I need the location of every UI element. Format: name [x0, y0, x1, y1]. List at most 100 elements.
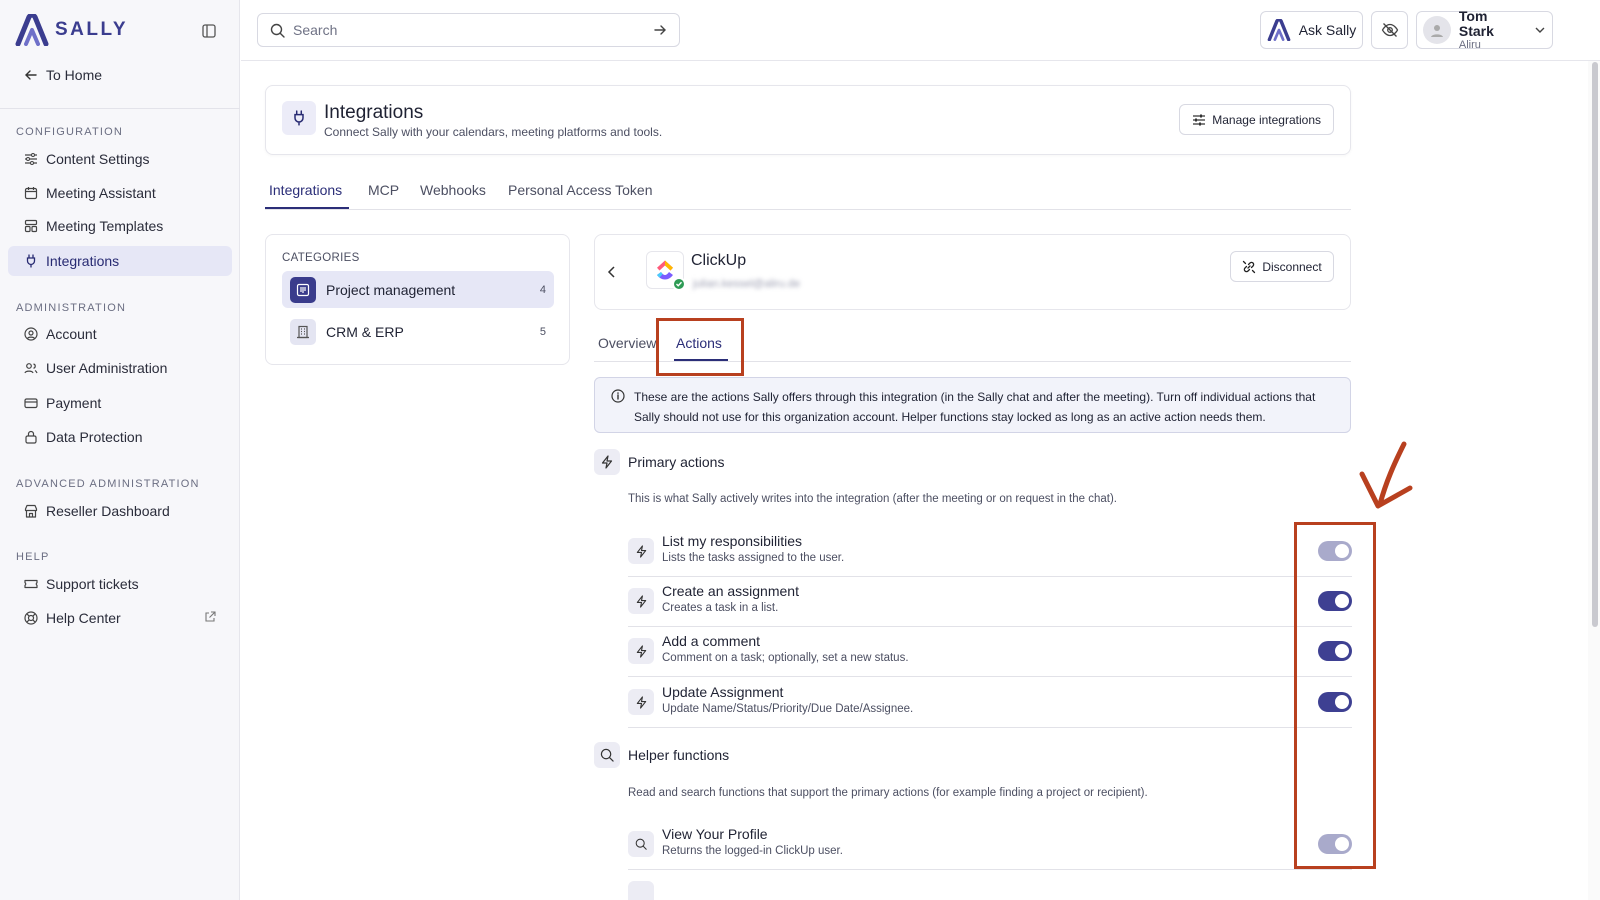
- actions-info-banner: These are the actions Sally offers throu…: [594, 377, 1351, 433]
- sidebar-item-data-protection[interactable]: Data Protection: [8, 422, 232, 452]
- search-icon: [270, 23, 285, 38]
- ask-sally-label: Ask Sally: [1298, 22, 1357, 38]
- action-description: Update Name/Status/Priority/Due Date/Ass…: [662, 703, 914, 715]
- section-help: HELP: [16, 551, 50, 563]
- plug-icon: [282, 101, 316, 135]
- brand-logo[interactable]: SALLY: [15, 14, 128, 46]
- disconnect-button[interactable]: Disconnect: [1230, 251, 1334, 282]
- page-subtitle: Connect Sally with your calendars, meeti…: [324, 125, 663, 139]
- tab-integrations[interactable]: Integrations: [269, 182, 342, 198]
- section-administration: ADMINISTRATION: [16, 302, 127, 314]
- search-icon: [628, 831, 654, 857]
- sidebar-item-label: Meeting Templates: [46, 218, 164, 234]
- action-description: Creates a task in a list.: [662, 602, 779, 614]
- calendar-icon: [24, 186, 38, 200]
- arrow-right-icon[interactable]: [653, 23, 667, 37]
- primary-actions-heading: Primary actions: [594, 449, 724, 475]
- action-row-create-assignment: Create an assignment Creates a task in a…: [628, 577, 1352, 627]
- action-description: Returns the logged-in ClickUp user.: [662, 845, 843, 857]
- sidebar-item-label: Data Protection: [46, 429, 143, 445]
- sliders-icon: [24, 152, 38, 166]
- action-title: View Your Profile: [662, 826, 768, 842]
- scrollbar-thumb[interactable]: [1592, 62, 1598, 627]
- sally-logo-icon: [15, 14, 49, 46]
- tab-overview[interactable]: Overview: [598, 335, 656, 351]
- annotation-highlight-toggles: [1294, 522, 1376, 869]
- ticket-icon: [24, 577, 38, 591]
- info-text: These are the actions Sally offers throu…: [634, 390, 1316, 424]
- info-icon: [611, 389, 625, 409]
- brand-name: SALLY: [55, 19, 129, 40]
- active-tab-indicator: [265, 207, 349, 209]
- integration-card: ClickUp julian.kessel@aliru.de Disconnec…: [594, 234, 1351, 310]
- category-project-management[interactable]: Project management 4: [282, 271, 554, 308]
- action-description: Comment on a task; optionally, set a new…: [662, 652, 909, 664]
- privacy-toggle-button[interactable]: [1371, 11, 1408, 49]
- user-avatar-icon: [1430, 25, 1443, 37]
- sidebar-item-label: Account: [46, 326, 97, 342]
- action-row-add-comment: Add a comment Comment on a task; optiona…: [628, 627, 1352, 677]
- sidebar-item-label: Content Settings: [46, 151, 150, 167]
- lifebuoy-icon: [24, 611, 38, 625]
- sidebar-item-meeting-assistant[interactable]: Meeting Assistant: [8, 178, 232, 208]
- users-icon: [24, 361, 38, 375]
- sidebar-item-content-settings[interactable]: Content Settings: [8, 144, 232, 174]
- categories-panel: CATEGORIES Project management 4 CRM & ER…: [265, 234, 570, 365]
- search-bar[interactable]: [257, 13, 680, 47]
- plug-icon: [24, 254, 38, 268]
- category-crm-erp[interactable]: CRM & ERP 5: [282, 313, 554, 350]
- external-link-icon: [204, 610, 216, 626]
- sidebar-item-label: Payment: [46, 395, 102, 411]
- sidebar-item-label: Support tickets: [46, 576, 139, 592]
- building-icon: [290, 318, 316, 345]
- integration-account-email: julian.kessel@aliru.de: [693, 278, 801, 290]
- lightning-icon: [628, 638, 654, 664]
- sidebar-item-reseller-dashboard[interactable]: Reseller Dashboard: [8, 496, 232, 526]
- primary-actions-description: This is what Sally actively writes into …: [628, 493, 1117, 505]
- search-input[interactable]: [293, 22, 645, 38]
- sidebar-item-label: Meeting Assistant: [46, 185, 156, 201]
- user-name: Tom Stark: [1458, 7, 1494, 39]
- ask-sally-button[interactable]: Ask Sally: [1260, 11, 1363, 49]
- user-menu[interactable]: Tom Stark Aliru: [1416, 7, 1553, 51]
- sidebar-item-integrations[interactable]: Integrations: [8, 246, 232, 276]
- back-chevron-icon[interactable]: [605, 265, 619, 284]
- lightning-icon: [628, 588, 654, 614]
- to-home-link[interactable]: To Home: [24, 67, 102, 83]
- annotation-highlight-actions-tab: [656, 318, 744, 376]
- store-icon: [24, 504, 38, 518]
- user-org: Aliru: [1458, 38, 1481, 51]
- sidebar-divider: [0, 108, 240, 109]
- connected-check-icon: [672, 277, 686, 291]
- search-icon: [628, 881, 654, 900]
- sidebar-item-label: User Administration: [46, 360, 168, 376]
- tab-personal-access-token[interactable]: Personal Access Token: [508, 182, 653, 198]
- sidebar-item-meeting-templates[interactable]: Meeting Templates: [8, 211, 232, 241]
- section-advanced-administration: ADVANCED ADMINISTRATION: [16, 478, 200, 490]
- lock-icon: [24, 430, 38, 444]
- category-label: Project management: [326, 281, 456, 298]
- section-configuration: CONFIGURATION: [16, 126, 124, 138]
- sidebar-item-user-administration[interactable]: User Administration: [8, 353, 232, 383]
- action-title: Create an assignment: [662, 583, 799, 599]
- sidebar-item-payment[interactable]: Payment: [8, 388, 232, 418]
- integrations-header-card: Integrations Connect Sally with your cal…: [265, 85, 1351, 155]
- sidebar-item-label: Integrations: [46, 253, 120, 269]
- unlink-icon: [1243, 260, 1256, 273]
- manage-integrations-button[interactable]: Manage integrations: [1179, 104, 1334, 135]
- tab-mcp[interactable]: MCP: [368, 182, 399, 198]
- sidebar-item-label: Help Center: [46, 610, 121, 626]
- tab-webhooks[interactable]: Webhooks: [420, 182, 486, 198]
- page-title: Integrations: [324, 102, 424, 123]
- section-title: Helper functions: [628, 747, 730, 763]
- eye-off-icon: [1381, 23, 1398, 37]
- main-tabs: Integrations MCP Webhooks Personal Acces…: [265, 175, 1351, 210]
- sidebar-collapse-icon[interactable]: [200, 22, 218, 40]
- action-title: List my responsibilities: [662, 533, 803, 549]
- action-row-update-assignment: Update Assignment Update Name/Status/Pri…: [628, 678, 1352, 728]
- sidebar-item-help-center[interactable]: Help Center: [8, 603, 232, 633]
- sidebar-item-support-tickets[interactable]: Support tickets: [8, 569, 232, 599]
- category-label: CRM & ERP: [326, 323, 404, 340]
- action-row-partial: [628, 870, 1352, 900]
- sidebar-item-account[interactable]: Account: [8, 319, 232, 349]
